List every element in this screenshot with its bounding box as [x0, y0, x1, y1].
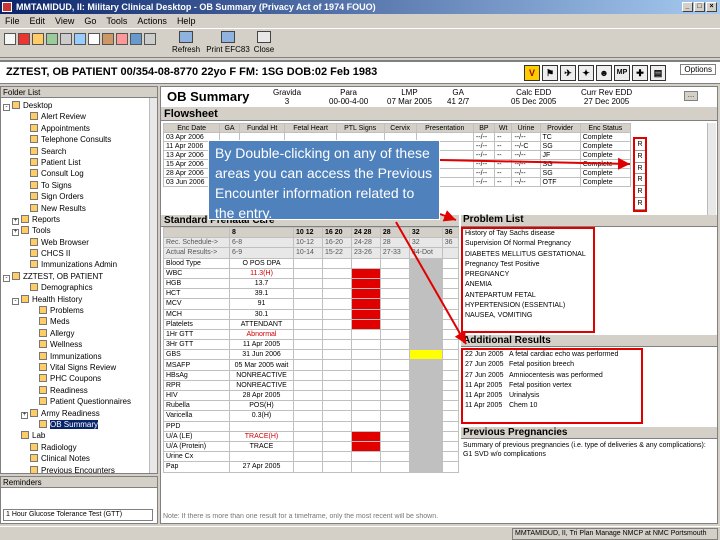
- arrow-to-additional-results: [395, 221, 467, 345]
- arrow-to-problem-list: [439, 210, 457, 222]
- instruction-callout: By Double-clicking on any of these areas…: [208, 140, 440, 221]
- status-bar: MMTAMIDUD, II, Tri Plan Manage NMCP at N…: [0, 526, 720, 540]
- arrow-to-encounter-tabs: [439, 157, 631, 170]
- callout-arrows: [395, 157, 631, 345]
- status-user: MMTAMIDUD, II, Tri Plan Manage NMCP at N…: [512, 528, 718, 540]
